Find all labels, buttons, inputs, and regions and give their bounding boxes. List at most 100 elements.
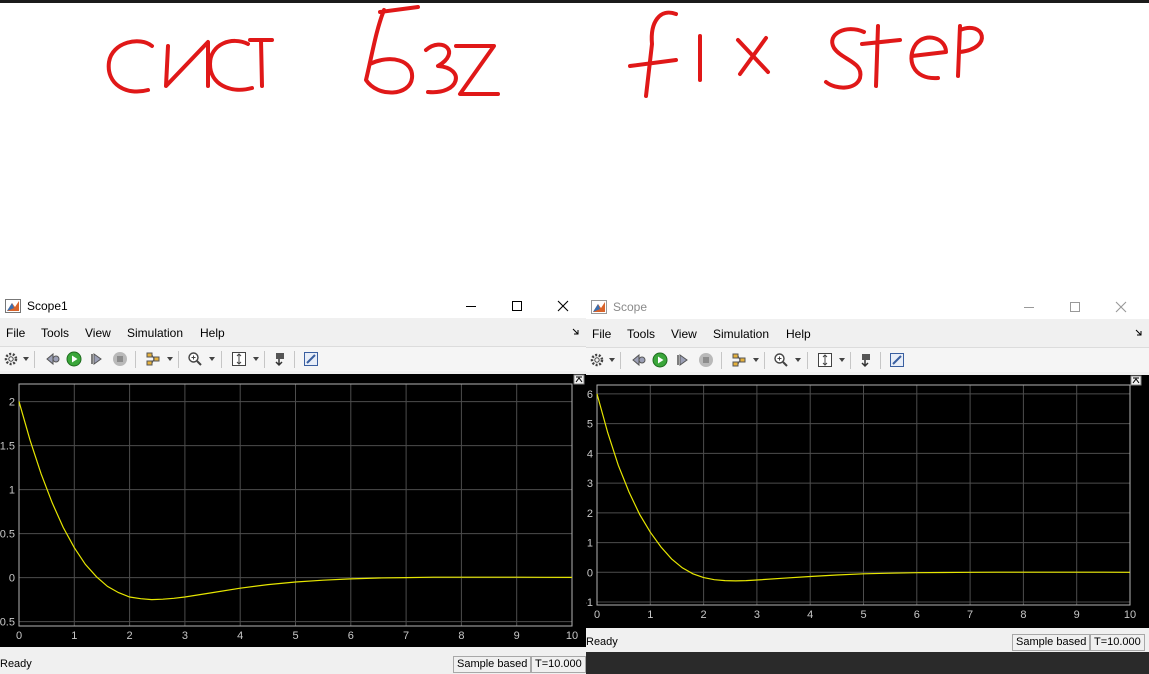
toolbar xyxy=(586,347,1149,372)
y-tick-label: 2 xyxy=(9,397,15,409)
x-tick-label: 0 xyxy=(16,630,22,642)
x-tick-label: 9 xyxy=(1074,609,1080,621)
menu-bar: File Tools View Simulation Help xyxy=(586,323,1149,343)
close-button[interactable] xyxy=(1098,295,1144,319)
window-title: Scope xyxy=(613,300,648,314)
zoom-in-icon[interactable] xyxy=(187,351,203,367)
title-bar[interactable]: Scope xyxy=(586,295,1149,319)
x-tick-label: 10 xyxy=(1124,609,1136,621)
scope-plot[interactable]: 01234567891021.510.50-0.5 xyxy=(0,374,586,647)
y-tick-label: 4 xyxy=(587,448,593,460)
menu-view[interactable]: View xyxy=(671,327,697,341)
x-tick-label: 6 xyxy=(348,630,354,642)
x-tick-label: 7 xyxy=(403,630,409,642)
maximize-button[interactable] xyxy=(1052,295,1098,319)
scale-y-axis-icon[interactable] xyxy=(817,352,833,368)
menu-file[interactable]: File xyxy=(592,327,611,341)
chevron-down-icon[interactable] xyxy=(839,358,845,362)
chevron-down-icon[interactable] xyxy=(609,358,615,362)
signal-selector-icon[interactable] xyxy=(145,351,161,367)
scope-window: Scope File Tools View Simulation Help 0 … xyxy=(586,295,1149,652)
chevron-down-icon[interactable] xyxy=(209,357,215,361)
dock-arrow-icon[interactable] xyxy=(572,328,580,336)
x-tick-label: 7 xyxy=(967,609,973,621)
step-forward-icon[interactable] xyxy=(89,351,105,367)
edit-style-icon[interactable] xyxy=(303,351,319,367)
settings-gear-icon[interactable] xyxy=(3,351,19,367)
stop-icon[interactable] xyxy=(112,351,128,367)
edit-style-icon[interactable] xyxy=(889,352,905,368)
scale-y-axis-icon[interactable] xyxy=(231,351,247,367)
y-tick-label: 1 xyxy=(587,538,593,550)
line-chart: 01234567891021.510.50-0.5 xyxy=(0,374,585,642)
status-ready: Ready xyxy=(586,636,618,648)
scope-plot[interactable]: 0123456789106543210-1 xyxy=(586,375,1149,628)
handwritten-note xyxy=(106,5,984,98)
status-bar: Ready Sample based T=10.000 xyxy=(586,632,1149,652)
menu-view[interactable]: View xyxy=(85,326,111,340)
chevron-down-icon[interactable] xyxy=(253,357,259,361)
highlight-block-icon[interactable] xyxy=(273,351,289,367)
menu-simulation[interactable]: Simulation xyxy=(127,326,183,340)
step-back-icon[interactable] xyxy=(630,352,646,368)
y-tick-label: -0.5 xyxy=(0,617,15,629)
axes-restore-button-frame xyxy=(573,374,585,385)
matlab-icon xyxy=(591,300,607,314)
x-tick-label: 3 xyxy=(754,609,760,621)
line-chart: 0123456789106543210-1 xyxy=(586,375,1142,621)
x-tick-label: 4 xyxy=(807,609,813,621)
step-forward-icon[interactable] xyxy=(675,352,691,368)
sample-mode-indicator: Sample based xyxy=(453,656,532,673)
title-bar[interactable]: Scope1 xyxy=(0,294,586,318)
stop-icon[interactable] xyxy=(698,352,714,368)
matlab-icon xyxy=(5,299,21,313)
chevron-down-icon[interactable] xyxy=(167,357,173,361)
zoom-in-icon[interactable] xyxy=(773,352,789,368)
background-app-strip xyxy=(586,652,1149,674)
chevron-down-icon[interactable] xyxy=(795,358,801,362)
chevron-down-icon[interactable] xyxy=(753,358,759,362)
x-tick-label: 8 xyxy=(1020,609,1026,621)
run-icon[interactable] xyxy=(652,352,668,368)
x-tick-label: 5 xyxy=(292,630,298,642)
x-tick-label: 0 xyxy=(594,609,600,621)
run-icon[interactable] xyxy=(66,351,82,367)
step-back-icon[interactable] xyxy=(44,351,60,367)
sample-mode-indicator: Sample based xyxy=(1012,634,1091,651)
menu-tools[interactable]: Tools xyxy=(41,326,69,340)
menu-help[interactable]: Help xyxy=(200,326,225,340)
menu-simulation[interactable]: Simulation xyxy=(713,327,769,341)
y-tick-label: 0 xyxy=(9,573,15,585)
menu-tools[interactable]: Tools xyxy=(627,327,655,341)
menu-bar: File Tools View Simulation Help xyxy=(0,322,586,342)
signal-selector-icon[interactable] xyxy=(731,352,747,368)
x-tick-label: 3 xyxy=(182,630,188,642)
x-tick-label: 9 xyxy=(514,630,520,642)
axes-restore-button[interactable] xyxy=(1130,375,1142,386)
y-tick-label: 0 xyxy=(587,567,593,579)
y-tick-label: 5 xyxy=(587,419,593,431)
y-tick-label: 0.5 xyxy=(0,529,15,541)
status-ready: Ready xyxy=(0,658,32,670)
minimize-button[interactable] xyxy=(1006,295,1052,319)
x-tick-label: 8 xyxy=(458,630,464,642)
x-tick-label: 5 xyxy=(860,609,866,621)
axes-restore-button[interactable] xyxy=(573,374,585,385)
menu-help[interactable]: Help xyxy=(786,327,811,341)
sim-time-indicator: T=10.000 xyxy=(531,656,586,673)
y-tick-label: 2 xyxy=(587,508,593,520)
y-tick-label: 3 xyxy=(587,478,593,490)
dock-arrow-icon[interactable] xyxy=(1135,329,1143,337)
y-tick-label: -1 xyxy=(586,597,593,609)
chevron-down-icon[interactable] xyxy=(23,357,29,361)
maximize-button[interactable] xyxy=(494,294,540,318)
close-button[interactable] xyxy=(540,294,586,318)
highlight-block-icon[interactable] xyxy=(859,352,875,368)
y-tick-label: 6 xyxy=(587,389,593,401)
menu-file[interactable]: File xyxy=(6,326,25,340)
x-tick-label: 1 xyxy=(647,609,653,621)
axes-restore-button-frame xyxy=(1130,375,1142,386)
minimize-button[interactable] xyxy=(448,294,494,318)
settings-gear-icon[interactable] xyxy=(589,352,605,368)
window-title: Scope1 xyxy=(27,299,68,313)
